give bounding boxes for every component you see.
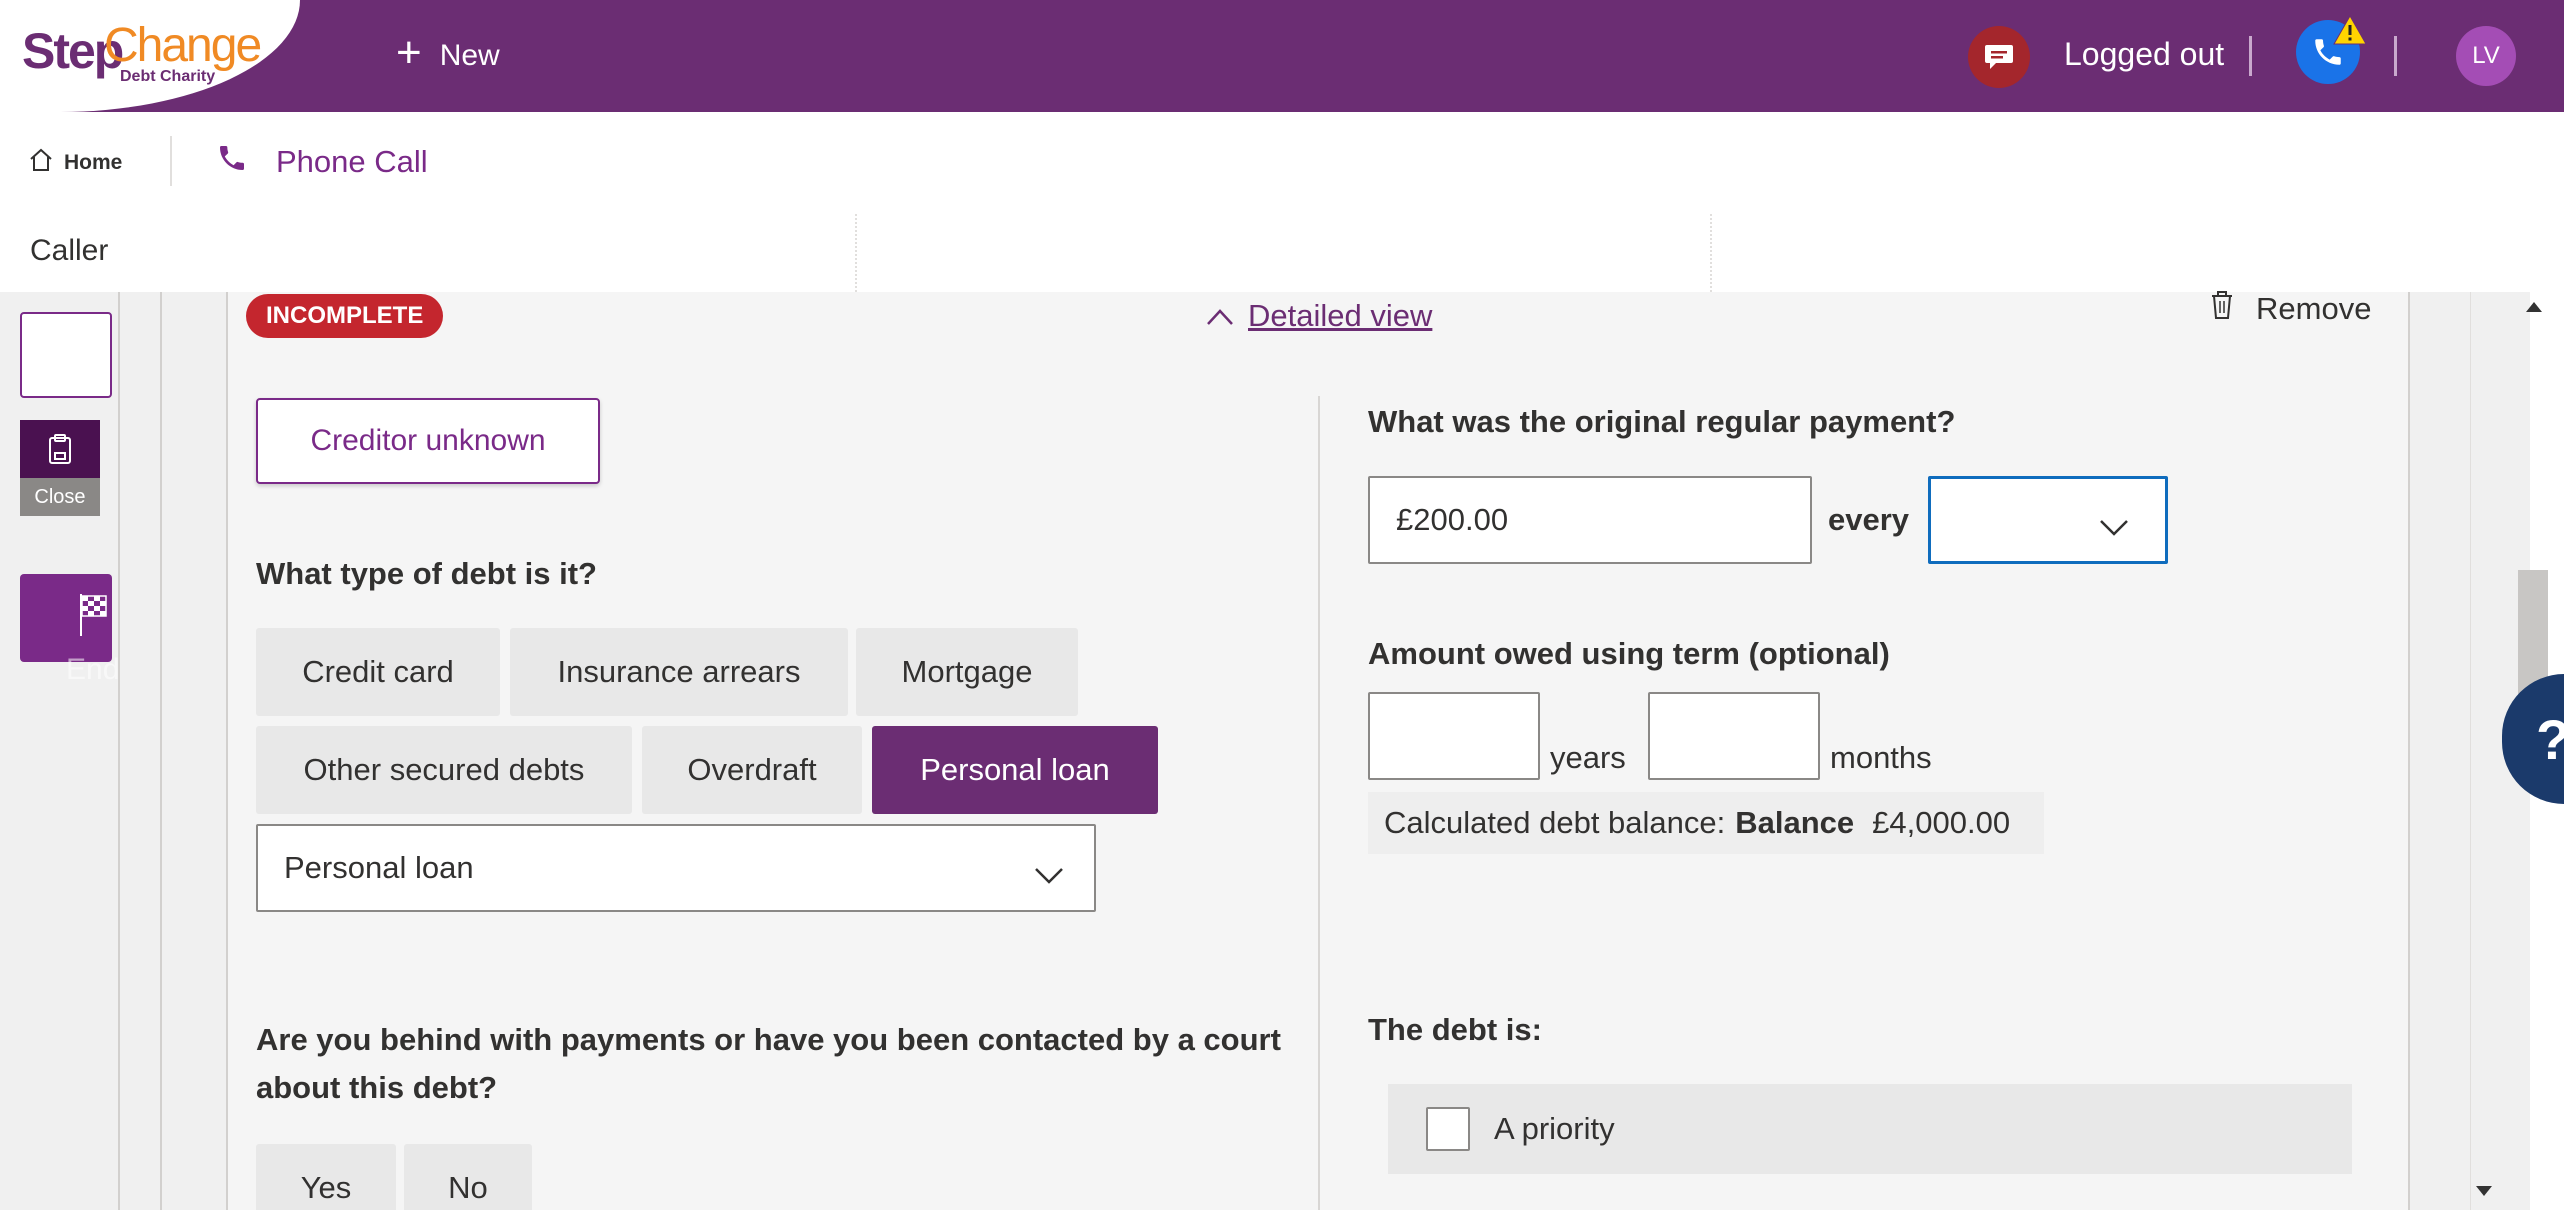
clipboard-icon[interactable] xyxy=(20,420,100,478)
divider xyxy=(855,214,857,292)
close-button[interactable]: Close xyxy=(20,478,100,516)
column-divider xyxy=(1318,396,1320,1210)
logo-change-text: Change xyxy=(104,19,262,72)
years-label: years xyxy=(1550,740,1626,775)
priority-option[interactable]: A priority xyxy=(1388,1084,2352,1174)
priority-checkbox[interactable] xyxy=(1426,1107,1470,1151)
logo-subtitle: Debt Charity xyxy=(120,68,216,85)
calc-bold-label: Balance xyxy=(1735,805,1855,840)
new-button[interactable]: + New xyxy=(396,30,500,82)
chevron-up-icon xyxy=(1206,298,1234,334)
logo-area: Step Change Debt Charity xyxy=(0,0,300,112)
calc-prefix: Calculated debt balance: xyxy=(1384,805,1726,840)
detailed-view-toggle[interactable]: Detailed view xyxy=(1206,298,1432,334)
divider xyxy=(170,136,172,186)
debt-is-label: The debt is: xyxy=(1368,1012,1542,1047)
rail-empty-button[interactable] xyxy=(20,312,112,398)
debt-type-credit-card[interactable]: Credit card xyxy=(256,628,500,716)
priority-label: A priority xyxy=(1494,1111,1615,1146)
debt-type-overdraft[interactable]: Overdraft xyxy=(642,726,862,814)
months-label: months xyxy=(1830,740,1932,775)
every-label: every xyxy=(1828,502,1910,537)
scroll-up-arrow[interactable] xyxy=(2526,302,2542,312)
header-fields: Caller xyxy=(0,214,2564,292)
caller-label: Caller xyxy=(30,234,109,267)
creditor-unknown-button[interactable]: Creditor unknown xyxy=(256,398,600,484)
session-tab-bar: Home Phone Call xyxy=(0,112,2564,214)
chevron-down-icon xyxy=(2099,510,2129,546)
divider xyxy=(2394,36,2397,76)
original-payment-question: What was the original regular payment? xyxy=(1368,404,1956,439)
plus-icon: + xyxy=(396,28,422,77)
debt-type-other-secured[interactable]: Other secured debts xyxy=(256,726,632,814)
scroll-down-arrow[interactable] xyxy=(2476,1186,2492,1196)
tab-home[interactable]: Home xyxy=(28,148,122,178)
behind-yes-button[interactable]: Yes xyxy=(256,1144,396,1210)
behind-no-button[interactable]: No xyxy=(404,1144,532,1210)
remove-label: Remove xyxy=(2256,291,2372,326)
behind-payments-question: Are you behind with payments or have you… xyxy=(256,1022,1281,1105)
debt-type-question: What type of debt is it? xyxy=(256,556,597,591)
warning-icon xyxy=(2332,14,2368,51)
tab-phone-call-label: Phone Call xyxy=(276,144,428,179)
remove-button[interactable]: Remove xyxy=(2210,290,2371,328)
debt-subtype-dropdown[interactable]: Personal loan xyxy=(256,824,1096,912)
flag-icon xyxy=(60,592,116,643)
new-button-label: New xyxy=(439,39,500,72)
tab-phone-call[interactable]: Phone Call xyxy=(216,142,428,182)
end-session-label: End Session xyxy=(66,653,120,686)
calculated-balance: Calculated debt balance: Balance £4,000.… xyxy=(1368,792,2044,854)
presence-status: Logged out xyxy=(2064,36,2225,72)
years-input[interactable] xyxy=(1368,692,1540,780)
top-navigation-bar: Step Change Debt Charity + New Logged ou… xyxy=(0,0,2564,112)
divider xyxy=(2249,36,2252,76)
trash-icon xyxy=(2210,290,2234,328)
frequency-dropdown[interactable] xyxy=(1928,476,2168,564)
chat-icon[interactable] xyxy=(1968,26,2030,88)
detailed-view-link[interactable]: Detailed view xyxy=(1248,298,1432,334)
phone-call-icon xyxy=(216,142,248,182)
avatar[interactable]: LV xyxy=(2456,26,2516,86)
debt-subtype-value: Personal loan xyxy=(284,850,474,885)
tab-home-label: Home xyxy=(64,151,123,174)
divider xyxy=(160,292,162,1210)
status-badge: INCOMPLETE xyxy=(246,294,444,338)
calc-value: £4,000.00 xyxy=(1872,805,2011,840)
debt-type-personal-loan[interactable]: Personal loan xyxy=(872,726,1158,814)
home-icon xyxy=(28,148,54,178)
debt-type-mortgage[interactable]: Mortgage xyxy=(856,628,1078,716)
original-payment-value: £200.00 xyxy=(1396,502,1509,537)
original-payment-input[interactable]: £200.00 xyxy=(1368,476,1812,564)
months-input[interactable] xyxy=(1648,692,1820,780)
divider xyxy=(1710,214,1712,292)
debt-type-insurance-arrears[interactable]: Insurance arrears xyxy=(510,628,848,716)
chevron-down-icon xyxy=(1034,858,1064,894)
term-question: Amount owed using term (optional) xyxy=(1368,636,1890,671)
